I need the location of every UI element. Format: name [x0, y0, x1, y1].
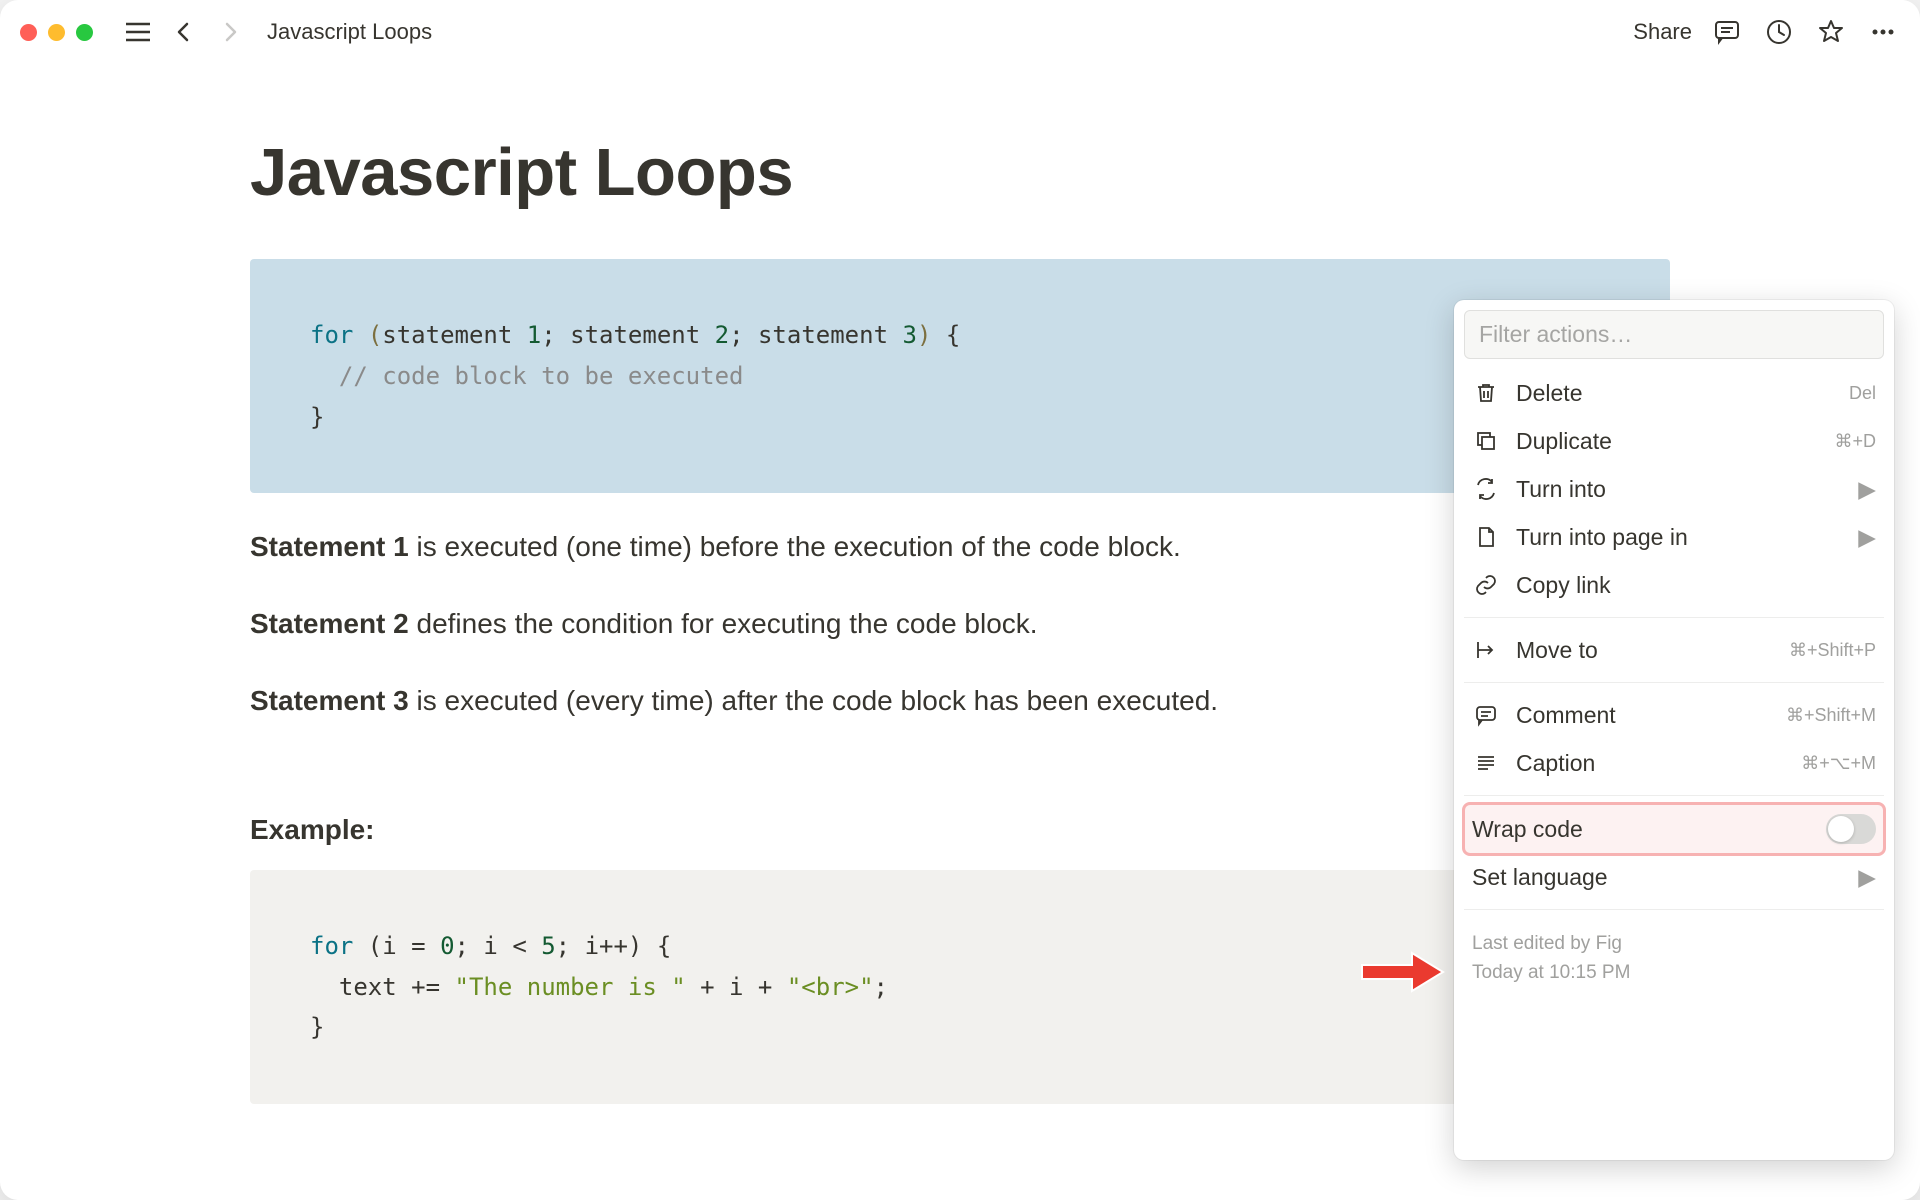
bold-text: Statement 3 — [250, 685, 409, 716]
topbar-left: Javascript Loops — [20, 15, 432, 49]
code-text: { — [931, 321, 960, 349]
menu-label: Turn into page in — [1516, 524, 1688, 551]
menu-wrap-code[interactable]: Wrap code — [1464, 804, 1884, 854]
move-icon — [1472, 636, 1500, 664]
code-text: ; — [729, 321, 758, 349]
code-num: 1 — [527, 321, 541, 349]
menu-label: Copy link — [1516, 572, 1611, 599]
menu-shortcut: ⌘+⌥+M — [1801, 753, 1876, 774]
menu-label: Turn into — [1516, 476, 1606, 503]
forward-button[interactable] — [213, 15, 247, 49]
code-text: ; — [541, 321, 570, 349]
code-text: statement — [382, 321, 527, 349]
menu-label: Duplicate — [1516, 428, 1612, 455]
code-text: statement — [758, 321, 903, 349]
menu-shortcut: ⌘+Shift+M — [1786, 705, 1876, 726]
menu-label: Comment — [1516, 702, 1616, 729]
favorite-icon[interactable] — [1814, 15, 1848, 49]
plain-text: is executed (one time) before the execut… — [409, 531, 1181, 562]
page-icon — [1472, 523, 1500, 551]
menu-copy-link[interactable]: Copy link — [1464, 561, 1884, 609]
menu-label: Wrap code — [1472, 816, 1583, 843]
page-title[interactable]: Javascript Loops — [250, 134, 1670, 211]
caption-icon — [1472, 749, 1500, 777]
duplicate-icon — [1472, 427, 1500, 455]
code-string: "The number is " — [455, 973, 686, 1001]
toggle-knob — [1828, 816, 1854, 842]
code-text: + i + — [686, 973, 787, 1001]
menu-shortcut: ⌘+D — [1834, 431, 1876, 452]
last-edited-at: Today at 10:15 PM — [1472, 959, 1876, 988]
menu-divider — [1464, 617, 1884, 618]
code-string: "<br>" — [787, 973, 874, 1001]
menu-shortcut: ⌘+Shift+P — [1789, 640, 1876, 661]
menu-label: Set language — [1472, 864, 1608, 891]
code-text: } — [310, 1013, 324, 1041]
menu-label: Move to — [1516, 637, 1598, 664]
code-num: 3 — [902, 321, 916, 349]
menu-delete[interactable]: Delete Del — [1464, 369, 1884, 417]
menu-turn-into-page[interactable]: Turn into page in ▶ — [1464, 513, 1884, 561]
filter-actions-input[interactable] — [1464, 310, 1884, 359]
menu-footer: Last edited by Fig Today at 10:15 PM — [1464, 918, 1884, 987]
last-edited-by: Last edited by Fig — [1472, 930, 1876, 959]
code-keyword: for — [310, 932, 353, 960]
plain-text: is executed (every time) after the code … — [409, 685, 1218, 716]
code-paren: ) — [917, 321, 931, 349]
share-button[interactable]: Share — [1633, 19, 1692, 45]
bold-text: Statement 1 — [250, 531, 409, 562]
back-button[interactable] — [167, 15, 201, 49]
code-num: 5 — [541, 932, 555, 960]
chevron-right-icon: ▶ — [1858, 864, 1876, 891]
bold-text: Statement 2 — [250, 608, 409, 639]
window-controls — [20, 24, 93, 41]
breadcrumb[interactable]: Javascript Loops — [267, 19, 432, 45]
menu-label: Delete — [1516, 380, 1582, 407]
minimize-window-button[interactable] — [48, 24, 65, 41]
topbar: Javascript Loops Share — [0, 0, 1920, 64]
link-icon — [1472, 571, 1500, 599]
menu-divider — [1464, 682, 1884, 683]
comments-icon[interactable] — [1710, 15, 1744, 49]
chevron-right-icon: ▶ — [1858, 476, 1876, 503]
menu-caption[interactable]: Caption ⌘+⌥+M — [1464, 739, 1884, 787]
menu-move-to[interactable]: Move to ⌘+Shift+P — [1464, 626, 1884, 674]
menu-turn-into[interactable]: Turn into ▶ — [1464, 465, 1884, 513]
block-context-menu: Delete Del Duplicate ⌘+D Turn into ▶ Tur… — [1454, 300, 1894, 1160]
code-text: ; i++) { — [556, 932, 672, 960]
more-icon[interactable] — [1866, 15, 1900, 49]
chevron-right-icon: ▶ — [1858, 524, 1876, 551]
app-window: Javascript Loops Share Javascript Loops … — [0, 0, 1920, 1200]
code-text: i = — [382, 932, 440, 960]
comment-icon — [1472, 701, 1500, 729]
code-text: statement — [570, 321, 715, 349]
plain-text: defines the condition for executing the … — [409, 608, 1038, 639]
updates-icon[interactable] — [1762, 15, 1796, 49]
code-num: 2 — [715, 321, 729, 349]
code-paren: ( — [368, 321, 382, 349]
menu-label: Caption — [1516, 750, 1595, 777]
code-text: ; — [874, 973, 888, 1001]
code-comment: // code block to be executed — [310, 362, 743, 390]
menu-set-language[interactable]: Set language ▶ — [1464, 854, 1884, 901]
turn-into-icon — [1472, 475, 1500, 503]
menu-divider — [1464, 909, 1884, 910]
maximize-window-button[interactable] — [76, 24, 93, 41]
code-text: } — [310, 403, 324, 431]
code-text: text += — [310, 973, 455, 1001]
menu-comment[interactable]: Comment ⌘+Shift+M — [1464, 691, 1884, 739]
code-text: ; i < — [455, 932, 542, 960]
menu-divider — [1464, 795, 1884, 796]
code-text: ( — [353, 932, 382, 960]
topbar-right: Share — [1633, 15, 1900, 49]
code-num: 0 — [440, 932, 454, 960]
menu-duplicate[interactable]: Duplicate ⌘+D — [1464, 417, 1884, 465]
trash-icon — [1472, 379, 1500, 407]
wrap-code-toggle[interactable] — [1826, 814, 1876, 844]
menu-shortcut: Del — [1849, 383, 1876, 404]
menu-icon[interactable] — [121, 15, 155, 49]
close-window-button[interactable] — [20, 24, 37, 41]
code-keyword: for — [310, 321, 353, 349]
